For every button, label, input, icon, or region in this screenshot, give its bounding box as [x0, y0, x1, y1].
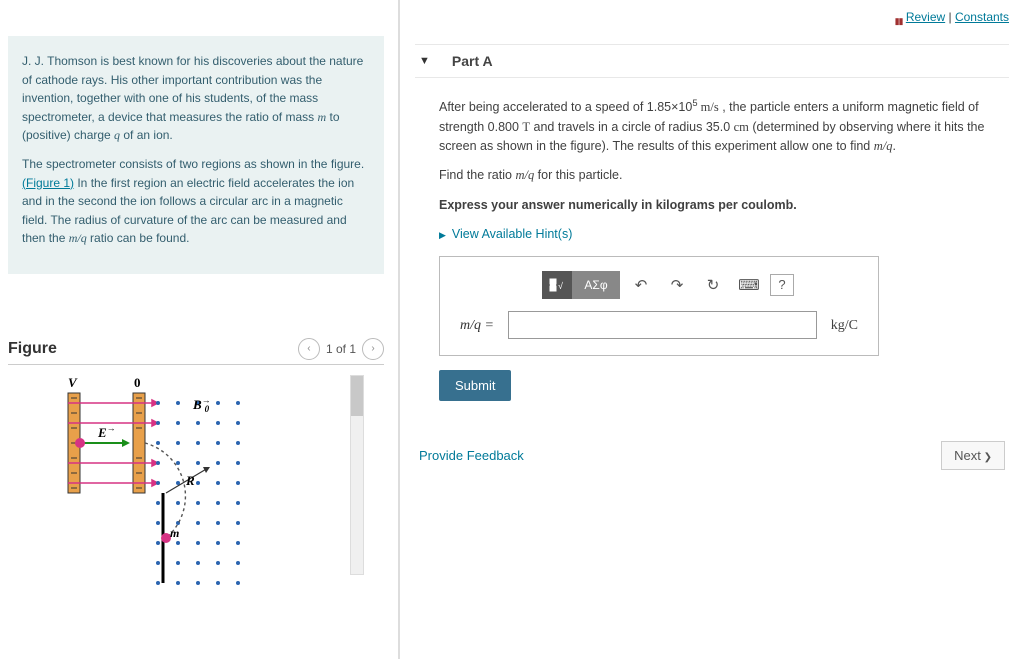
mq-ratio: m/q — [69, 231, 87, 245]
collapse-caret-icon: ▼ — [419, 55, 430, 67]
desc-text: of an ion. — [120, 128, 173, 142]
figure-heading: Figure — [8, 340, 57, 358]
problem-body: After being accelerated to a speed of 1.… — [415, 96, 1009, 356]
problem-text: for this particle. — [534, 168, 622, 182]
answer-unit: kg/C — [825, 315, 864, 337]
figure-pager: ‹ 1 of 1 › — [298, 338, 384, 360]
templates-button[interactable]: √ — [542, 271, 572, 299]
part-label: Part A — [452, 53, 493, 69]
provide-feedback-link[interactable]: Provide Feedback — [419, 448, 524, 463]
label-v: V — [68, 375, 78, 390]
review-icon — [888, 13, 902, 23]
mq-ratio: m/q — [874, 139, 893, 153]
figure-scrollbar[interactable] — [350, 375, 364, 575]
footer-row: Provide Feedback Next — [415, 441, 1009, 470]
desc-text: ratio can be found. — [87, 231, 190, 245]
right-panel: Review | Constants ▼ Part A After being … — [400, 0, 1024, 659]
reset-button[interactable]: ↻ — [698, 271, 728, 299]
problem-text: Find the ratio — [439, 168, 515, 182]
problem-text: . — [892, 139, 895, 153]
answer-input[interactable] — [508, 311, 817, 339]
link-separator: | — [945, 10, 955, 24]
hints-toggle[interactable]: View Available Hint(s) — [439, 227, 572, 241]
top-links: Review | Constants — [415, 10, 1009, 24]
label-e: E→ — [97, 423, 116, 440]
problem-text: After being accelerated to a speed of 1.… — [439, 100, 692, 114]
desc-text: J. J. Thomson is best known for his disc… — [22, 54, 363, 124]
unit-ms: m/s — [698, 100, 719, 114]
answer-instruction: Express your answer numerically in kilog… — [439, 196, 985, 215]
mq-ratio: m/q — [515, 168, 534, 182]
help-button[interactable]: ? — [770, 274, 794, 296]
label-zero: 0 — [134, 375, 141, 390]
svg-text:√: √ — [558, 281, 563, 291]
unit-t: T — [522, 120, 530, 134]
label-b0: B→0 — [192, 395, 211, 414]
pager-next-button[interactable]: › — [362, 338, 384, 360]
var-m: m — [317, 110, 326, 124]
undo-button[interactable]: ↶ — [626, 271, 656, 299]
figure-area: V 0 E→ B→0 R m — [8, 365, 384, 605]
answer-box: √ ΑΣφ ↶ ↷ ↻ ⌨ ? m/q = kg/C — [439, 256, 879, 356]
problem-description: J. J. Thomson is best known for his disc… — [8, 36, 384, 274]
problem-text: and travels in a circle of radius 35.0 — [530, 120, 734, 134]
spectrometer-diagram: V 0 E→ B→0 R m — [38, 373, 298, 593]
label-m: m — [170, 526, 179, 540]
submit-button[interactable]: Submit — [439, 370, 511, 401]
figure-header: Figure ‹ 1 of 1 › — [8, 338, 384, 365]
desc-text: The spectrometer consists of two regions… — [22, 157, 364, 171]
pager-text: 1 of 1 — [326, 342, 356, 356]
next-button[interactable]: Next — [941, 441, 1005, 470]
review-link[interactable]: Review — [906, 10, 945, 24]
redo-button[interactable]: ↷ — [662, 271, 692, 299]
figure-link[interactable]: (Figure 1) — [22, 176, 74, 190]
unit-cm: cm — [734, 120, 749, 134]
greek-button[interactable]: ΑΣφ — [572, 271, 620, 299]
part-header[interactable]: ▼ Part A — [415, 44, 1009, 78]
answer-line: m/q = kg/C — [454, 311, 864, 339]
left-panel: J. J. Thomson is best known for his disc… — [0, 0, 400, 659]
answer-toolbar: √ ΑΣφ ↶ ↷ ↻ ⌨ ? — [542, 271, 864, 299]
pager-prev-button[interactable]: ‹ — [298, 338, 320, 360]
keyboard-button[interactable]: ⌨ — [734, 271, 764, 299]
label-r: R — [185, 473, 195, 488]
constants-link[interactable]: Constants — [955, 10, 1009, 24]
fraction-icon: √ — [549, 278, 565, 292]
answer-label: m/q = — [454, 315, 500, 337]
